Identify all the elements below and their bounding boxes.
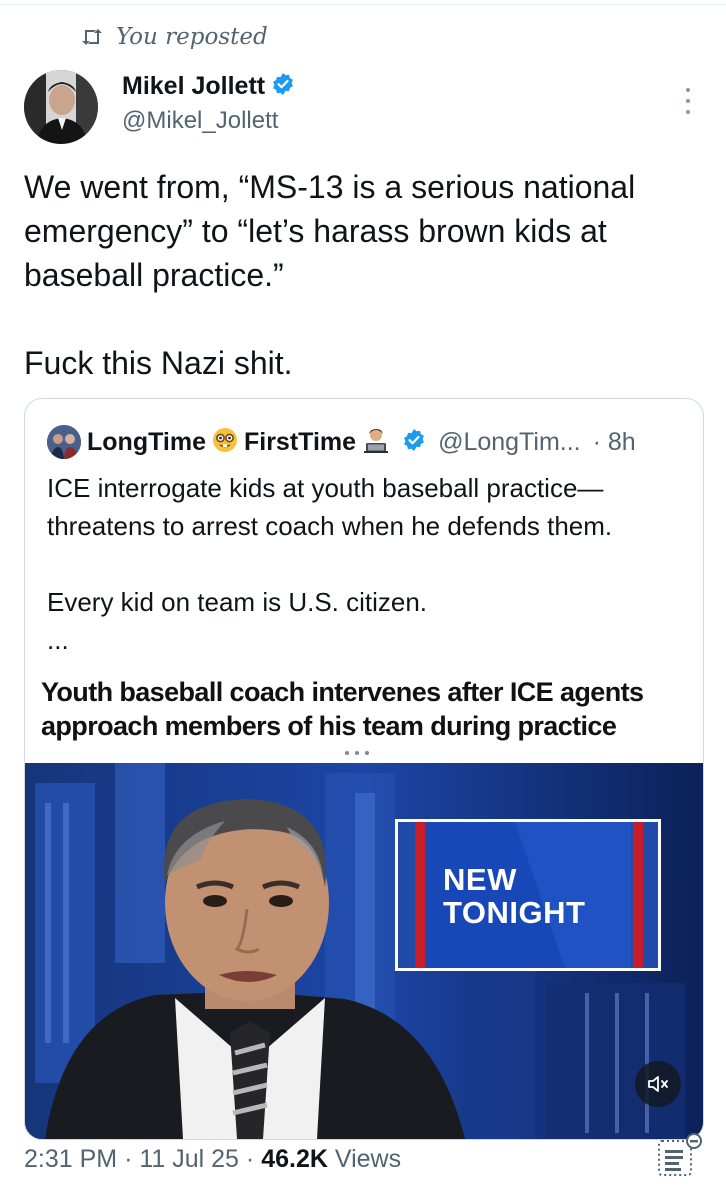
media-more-icon[interactable]: [345, 751, 369, 755]
quote-text: ICE interrogate kids at youth baseball p…: [47, 473, 613, 655]
quote-avatar[interactable]: [47, 425, 81, 459]
author-avatar[interactable]: [24, 70, 98, 144]
quote-name-part2: FirstTime: [243, 427, 357, 456]
repost-indicator[interactable]: You reposted: [80, 24, 268, 50]
tweet-time[interactable]: 2:31 PM: [24, 1145, 117, 1173]
technologist-emoji-icon: [362, 426, 390, 459]
repost-label: You reposted: [116, 24, 268, 50]
author-handle: @Mikel_Jollett: [122, 107, 279, 134]
quote-time: · 8h: [592, 427, 636, 456]
more-options-icon[interactable]: [678, 88, 698, 114]
tweet-meta: 2:31 PM · 11 Jul 25 · 46.2K Views: [24, 1145, 402, 1173]
author-block: Mikel Jollett @Mikel_Jollett: [122, 72, 295, 135]
tweet-date[interactable]: 11 Jul 25: [139, 1145, 239, 1173]
news-headline: Youth baseball coach intervenes after IC…: [41, 677, 644, 741]
mute-icon[interactable]: [635, 1061, 681, 1107]
news-lower-third: NEW TONIGHT: [395, 819, 661, 971]
quote-name-part1: LongTime: [87, 427, 206, 456]
headline-card: Youth baseball coach intervenes after IC…: [25, 669, 703, 749]
quoted-tweet[interactable]: LongTime FirstTime @LongTim... · 8h ICE …: [24, 398, 704, 1140]
top-divider: [0, 4, 726, 5]
views-count: 46.2K: [261, 1145, 328, 1173]
nerd-face-emoji-icon: [212, 427, 238, 458]
news-video-thumbnail[interactable]: NEW TONIGHT: [25, 763, 703, 1139]
quote-handle: @LongTim...: [438, 427, 581, 456]
tweet-text: We went from, “MS-13 is a serious nation…: [24, 169, 636, 381]
quote-verified-badge-icon: [402, 428, 426, 457]
news-lower-third-text: NEW TONIGHT: [443, 862, 586, 930]
views-label: Views: [334, 1145, 402, 1173]
repost-icon: [80, 25, 104, 49]
quote-header: LongTime FirstTime @LongTim... · 8h: [47, 425, 636, 459]
author-name[interactable]: Mikel Jollett: [122, 72, 265, 101]
verified-badge-icon: [271, 72, 295, 101]
analytics-icon[interactable]: [656, 1132, 704, 1178]
